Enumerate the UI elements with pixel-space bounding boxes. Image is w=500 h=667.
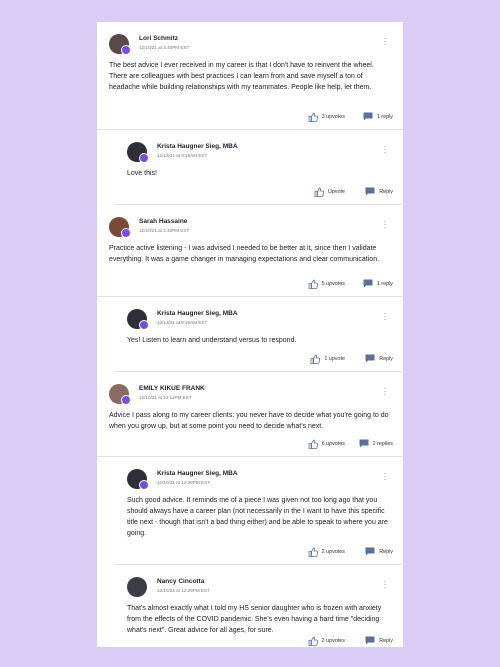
reply-button[interactable]: 2 replies bbox=[359, 439, 393, 448]
comment: Sarah Hassaine 12/10/21 at 2:42PM EST · ·… bbox=[97, 205, 403, 297]
member-badge-icon bbox=[139, 320, 149, 330]
thumbs-up-icon bbox=[308, 279, 318, 289]
timestamp: 12/13/21 at 9:15AM EST bbox=[157, 153, 208, 158]
upvote-button[interactable]: Upvote bbox=[314, 187, 345, 197]
timestamp: 12/10/21 at 12:25PM EST bbox=[157, 588, 210, 593]
upvote-button[interactable]: 2 upvotes bbox=[308, 636, 345, 646]
more-options-icon[interactable]: · · · bbox=[383, 35, 387, 49]
author-name[interactable]: EMILY KIKUE FRANK bbox=[139, 385, 205, 392]
member-badge-icon bbox=[121, 45, 131, 55]
comment-text: Advice I pass along to my career clients… bbox=[109, 412, 389, 430]
avatar[interactable] bbox=[109, 384, 131, 405]
timestamp: 12/10/21 at 3:40PM EST bbox=[139, 45, 190, 50]
reply-button[interactable]: Reply bbox=[365, 187, 393, 196]
comment-text: Love this! bbox=[127, 170, 157, 177]
avatar[interactable] bbox=[109, 34, 131, 55]
avatar[interactable] bbox=[127, 142, 149, 163]
member-badge-icon bbox=[121, 395, 131, 405]
avatar[interactable] bbox=[127, 469, 149, 490]
comment: Lori Schmitz 12/10/21 at 3:40PM EST · · · … bbox=[97, 22, 403, 130]
reply-bubble-icon bbox=[365, 187, 375, 196]
more-options-icon[interactable]: · · · bbox=[383, 218, 387, 232]
reply-bubble-icon bbox=[365, 354, 375, 363]
reply-comment: Krista Haugner Sieg, MBA 12/13/21 at 9:1… bbox=[115, 130, 403, 205]
author-name[interactable]: Sarah Hassaine bbox=[139, 218, 187, 225]
upvote-button[interactable]: 6 upvotes bbox=[308, 439, 345, 449]
reply-button[interactable]: 1 reply bbox=[363, 112, 393, 121]
reply-button[interactable]: Reply bbox=[365, 547, 393, 556]
more-options-icon[interactable]: · · · bbox=[383, 143, 387, 157]
reply-bubble-icon bbox=[359, 439, 369, 448]
avatar[interactable] bbox=[109, 217, 131, 238]
thumbs-up-icon bbox=[308, 547, 318, 557]
author-name[interactable]: Krista Haugner Sieg, MBA bbox=[157, 470, 238, 477]
upvote-count: 3 upvotes bbox=[321, 114, 345, 120]
thumbs-up-icon bbox=[310, 354, 321, 364]
member-badge-icon bbox=[139, 480, 149, 490]
comment-text: Practice active listening - I was advise… bbox=[109, 245, 380, 263]
reply-label: Reply bbox=[379, 355, 393, 362]
thumbs-up-icon bbox=[308, 636, 318, 646]
more-options-icon[interactable]: · · · bbox=[383, 578, 387, 592]
reply-bubble-icon bbox=[363, 112, 373, 121]
thumbs-up-icon bbox=[314, 187, 324, 197]
thumbs-up-icon bbox=[308, 439, 318, 449]
reply-count: 1 reply bbox=[376, 113, 393, 120]
reply-button[interactable]: Reply bbox=[365, 636, 393, 645]
comment: EMILY KIKUE FRANK 12/10/21 at 12:11PM ES… bbox=[97, 372, 403, 457]
author-name[interactable]: Krista Haugner Sieg, MBA bbox=[157, 143, 238, 150]
reply-button[interactable]: Reply bbox=[365, 354, 393, 363]
more-options-icon[interactable]: · · · bbox=[383, 470, 387, 484]
avatar[interactable] bbox=[127, 309, 149, 330]
comment-text: Such good advice. It reminds me of a pie… bbox=[127, 497, 388, 537]
upvote-count: 2 upvotes bbox=[321, 549, 345, 555]
reply-count: 1 reply bbox=[376, 280, 393, 287]
upvote-count: 6 upvotes bbox=[321, 441, 345, 447]
reply-comment: Krista Haugner Sieg, MBA 12/13/21 at 9:1… bbox=[115, 297, 403, 372]
reply-count: 2 replies bbox=[372, 440, 393, 447]
reply-label: Reply bbox=[379, 548, 393, 555]
more-options-icon[interactable]: · · · bbox=[383, 385, 387, 399]
reply-bubble-icon bbox=[365, 636, 375, 645]
timestamp: 12/10/21 at 12:11PM EST bbox=[139, 395, 192, 400]
upvote-count: 2 upvotes bbox=[321, 638, 345, 644]
reply-comment: Nancy Cincotta 12/10/21 at 12:25PM EST ·… bbox=[115, 565, 403, 647]
reply-comment: Krista Haugner Sieg, MBA 12/10/21 at 12:… bbox=[115, 457, 403, 565]
upvote-button[interactable]: 2 upvotes bbox=[308, 547, 345, 557]
timestamp: 12/10/21 at 2:42PM EST bbox=[139, 228, 190, 233]
comment-thread: Lori Schmitz 12/10/21 at 3:40PM EST · · · … bbox=[97, 22, 403, 647]
reply-button[interactable]: 1 reply bbox=[363, 279, 393, 288]
comment-text: The best advice I ever received in my ca… bbox=[109, 62, 374, 91]
avatar[interactable] bbox=[127, 577, 147, 597]
reply-label: Reply bbox=[379, 637, 393, 644]
upvote-count: 5 upvotes bbox=[321, 281, 345, 287]
comment-text: Yes! Listen to learn and understand vers… bbox=[127, 337, 297, 344]
author-name[interactable]: Nancy Cincotta bbox=[157, 578, 204, 585]
member-badge-icon bbox=[121, 228, 131, 238]
upvote-button[interactable]: 3 upvotes bbox=[308, 112, 345, 122]
timestamp: 12/13/21 at 9:15AM EST bbox=[157, 320, 208, 325]
upvote-button[interactable]: 1 upvote bbox=[310, 354, 345, 364]
reply-bubble-icon bbox=[365, 547, 375, 556]
thumbs-up-icon bbox=[308, 112, 318, 122]
member-badge-icon bbox=[139, 153, 149, 163]
reply-bubble-icon bbox=[363, 279, 373, 288]
reply-label: Reply bbox=[379, 188, 393, 195]
more-options-icon[interactable]: · · · bbox=[383, 310, 387, 324]
author-name[interactable]: Lori Schmitz bbox=[139, 35, 178, 42]
upvote-count: 1 upvote bbox=[324, 356, 345, 362]
upvote-button[interactable]: 5 upvotes bbox=[308, 279, 345, 289]
author-name[interactable]: Krista Haugner Sieg, MBA bbox=[157, 310, 238, 317]
upvote-label: Upvote bbox=[327, 189, 345, 195]
timestamp: 12/10/21 at 12:36PM EST bbox=[157, 480, 210, 485]
